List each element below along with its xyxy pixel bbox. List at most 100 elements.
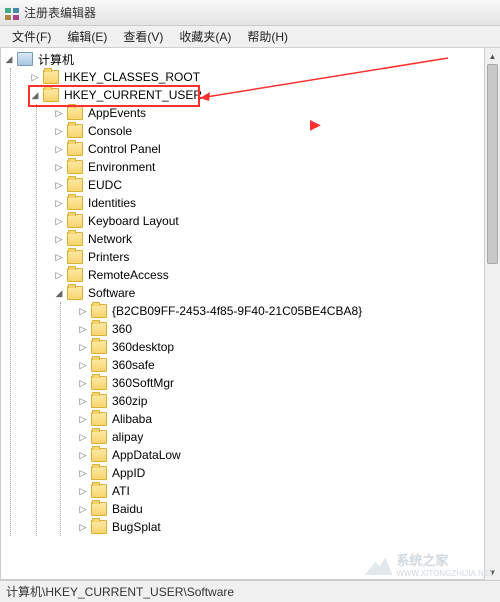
menu-bar: 文件(F) 编辑(E) 查看(V) 收藏夹(A) 帮助(H) — [0, 26, 500, 48]
status-bar: 计算机\HKEY_CURRENT_USER\Software — [0, 580, 500, 602]
tree-key[interactable]: ▷Alibaba — [77, 410, 499, 428]
expand-icon[interactable]: ▷ — [53, 143, 65, 155]
tree-key[interactable]: ▷AppID — [77, 464, 499, 482]
folder-icon — [91, 484, 107, 498]
tree-key[interactable]: ▷ 360desktop — [77, 338, 499, 356]
vertical-scrollbar[interactable]: ▲ ▼ — [484, 48, 500, 580]
folder-icon — [91, 430, 107, 444]
tree-key[interactable]: ▷ Control Panel — [53, 140, 499, 158]
expand-icon[interactable]: ▷ — [53, 233, 65, 245]
tree-key[interactable]: ▷ Printers — [53, 248, 499, 266]
tree-key[interactable]: ▷Environment — [53, 158, 499, 176]
expand-icon[interactable]: ▷ — [77, 377, 89, 389]
folder-icon — [91, 448, 107, 462]
expand-icon[interactable]: ▷ — [77, 341, 89, 353]
tree-hive-classes-root[interactable]: ▷ HKEY_CLASSES_ROOT — [29, 68, 499, 86]
title-bar: 注册表编辑器 — [0, 0, 500, 26]
tree-key[interactable]: ▷Network — [53, 230, 499, 248]
tree-label: HKEY_CLASSES_ROOT — [62, 69, 202, 85]
folder-icon — [91, 502, 107, 516]
folder-icon — [91, 304, 107, 318]
tree-key[interactable]: ▷ 360 — [77, 320, 499, 338]
tree-label: BugSplat — [110, 519, 163, 535]
folder-icon — [91, 376, 107, 390]
tree-label: Printers — [86, 249, 131, 265]
tree-key[interactable]: ▷Console — [53, 122, 499, 140]
tree-label: Control Panel — [86, 141, 163, 157]
tree-pane[interactable]: ◢ 计算机 ▷ HKEY_CLASSES_ROOT ◢ — [0, 48, 500, 580]
expand-icon[interactable]: ▷ — [77, 395, 89, 407]
tree-key[interactable]: ▷ alipay — [77, 428, 499, 446]
folder-icon — [67, 268, 83, 282]
menu-help[interactable]: 帮助(H) — [239, 26, 296, 47]
tree-label: alipay — [110, 429, 145, 445]
expand-icon[interactable]: ▷ — [53, 125, 65, 137]
tree-key[interactable]: ▷360zip — [77, 392, 499, 410]
folder-icon — [67, 142, 83, 156]
menu-favorites[interactable]: 收藏夹(A) — [171, 26, 239, 47]
tree-label: AppEvents — [86, 105, 148, 121]
tree-label: Keyboard Layout — [86, 213, 181, 229]
folder-icon — [91, 358, 107, 372]
scroll-thumb[interactable] — [487, 64, 498, 264]
collapse-icon[interactable]: ◢ — [3, 53, 15, 65]
tree-key[interactable]: ▷EUDC — [53, 176, 499, 194]
folder-icon — [67, 160, 83, 174]
folder-icon — [91, 466, 107, 480]
scroll-up-arrow[interactable]: ▲ — [485, 48, 500, 64]
tree-hive-current-user[interactable]: ◢ HKEY_CURRENT_USER ▷AppEvents▷Console▷C… — [29, 86, 499, 536]
expand-icon[interactable]: ▷ — [77, 485, 89, 497]
expand-icon[interactable]: ▷ — [77, 503, 89, 515]
menu-file[interactable]: 文件(F) — [4, 26, 59, 47]
tree-key[interactable]: ▷ATI — [77, 482, 499, 500]
folder-icon — [91, 520, 107, 534]
tree-key[interactable]: ▷ AppEvents — [53, 104, 499, 122]
expand-icon[interactable]: ▷ — [77, 359, 89, 371]
expand-icon[interactable]: ▷ — [53, 251, 65, 263]
tree-key[interactable]: ▷ 360SoftMgr — [77, 374, 499, 392]
expand-icon[interactable]: ▷ — [77, 431, 89, 443]
collapse-icon[interactable]: ◢ — [53, 287, 65, 299]
tree-label: Software — [86, 285, 137, 301]
expand-icon[interactable]: ▷ — [53, 197, 65, 209]
collapse-icon[interactable]: ◢ — [29, 89, 41, 101]
tree-key[interactable]: ▷ AppDataLow — [77, 446, 499, 464]
expand-icon[interactable]: ▷ — [53, 179, 65, 191]
folder-icon — [67, 250, 83, 264]
folder-icon — [67, 196, 83, 210]
menu-edit[interactable]: 编辑(E) — [59, 26, 115, 47]
scroll-down-arrow[interactable]: ▼ — [485, 564, 500, 580]
tree-label: 360desktop — [110, 339, 176, 355]
expand-icon[interactable]: ▷ — [53, 161, 65, 173]
expand-icon[interactable]: ▷ — [77, 449, 89, 461]
expand-icon[interactable]: ▷ — [53, 107, 65, 119]
registry-tree: ◢ 计算机 ▷ HKEY_CLASSES_ROOT ◢ — [1, 48, 499, 538]
expand-icon[interactable]: ▷ — [77, 323, 89, 335]
tree-key[interactable]: ◢ Software▷{B2CB09FF-2453-4f85-9F40-21C05… — [53, 284, 499, 536]
folder-icon — [67, 286, 83, 300]
expand-icon[interactable]: ▷ — [77, 467, 89, 479]
tree-root-label: 计算机 — [36, 50, 76, 69]
menu-view[interactable]: 查看(V) — [115, 26, 171, 47]
status-path: 计算机\HKEY_CURRENT_USER\Software — [6, 583, 234, 600]
tree-label: 360 — [110, 321, 134, 337]
tree-key[interactable]: ▷{B2CB09FF-2453-4f85-9F40-21C05BE4CBA8} — [77, 302, 499, 320]
tree-key[interactable]: ▷Identities — [53, 194, 499, 212]
tree-key[interactable]: ▷Baidu — [77, 500, 499, 518]
expand-icon[interactable]: ▷ — [77, 413, 89, 425]
tree-root[interactable]: ◢ 计算机 ▷ HKEY_CLASSES_ROOT ◢ — [3, 50, 499, 536]
tree-key[interactable]: ▷ BugSplat — [77, 518, 499, 536]
tree-label: 360SoftMgr — [110, 375, 176, 391]
tree-key[interactable]: ▷ Keyboard Layout — [53, 212, 499, 230]
expand-icon[interactable]: ▷ — [77, 521, 89, 533]
tree-key[interactable]: ▷360safe — [77, 356, 499, 374]
folder-icon — [67, 124, 83, 138]
expand-icon[interactable]: ▷ — [29, 71, 41, 83]
tree-label: AppDataLow — [110, 447, 183, 463]
expand-icon[interactable]: ▷ — [77, 305, 89, 317]
tree-key[interactable]: ▷RemoteAccess — [53, 266, 499, 284]
folder-icon — [67, 106, 83, 120]
expand-icon[interactable]: ▷ — [53, 215, 65, 227]
expand-icon[interactable]: ▷ — [53, 269, 65, 281]
folder-icon — [67, 178, 83, 192]
